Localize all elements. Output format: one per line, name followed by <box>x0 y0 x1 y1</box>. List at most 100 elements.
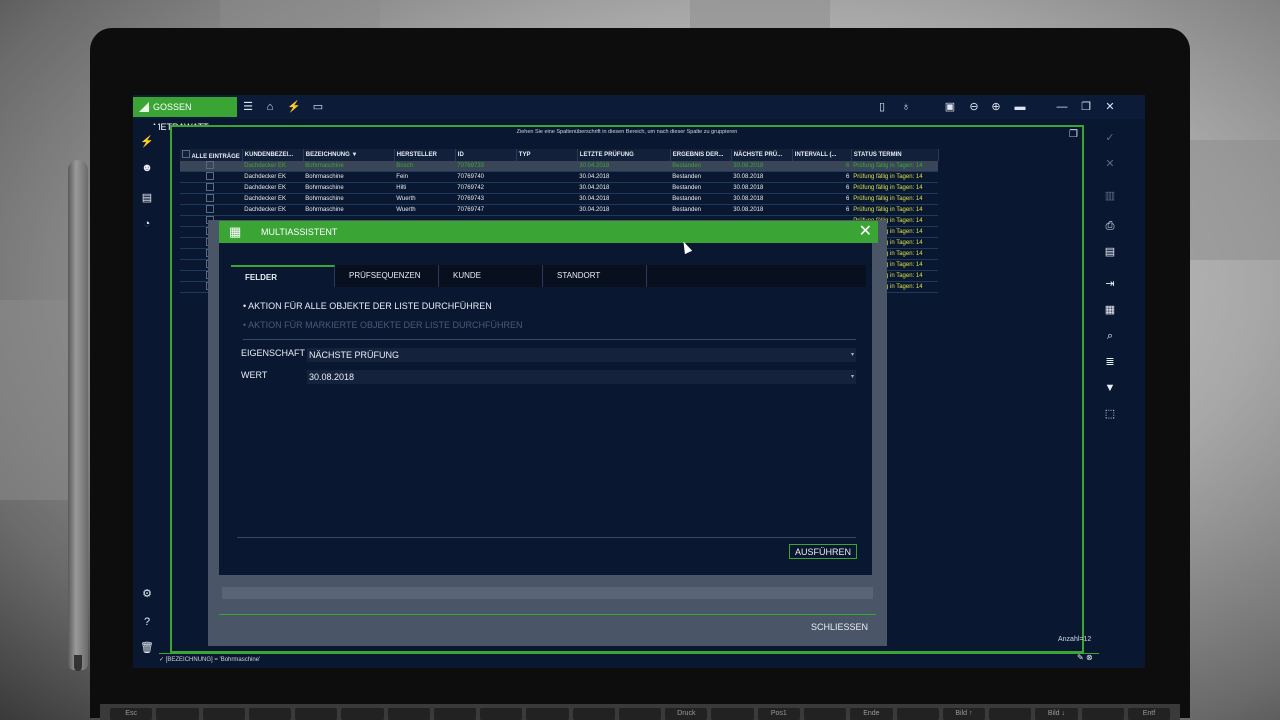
status-icons: ✎ ⊗ <box>1077 653 1093 662</box>
zoom-in-icon[interactable]: ⊕ <box>989 100 1003 114</box>
search-icon[interactable]: ⌕ <box>1103 329 1117 343</box>
filter-icon[interactable]: ▼ <box>351 152 357 158</box>
trash-icon[interactable]: 🗑 <box>140 641 154 655</box>
left-sidebar: ⚡ ☻ ▤ ◔ ⚙ ? 🗑 <box>133 125 159 662</box>
cell-bez: Bohrmaschine <box>303 171 395 183</box>
tab-standort[interactable]: STANDORT <box>543 265 647 287</box>
keyboard-keys: Esc Druck Pos1 Ende Bild ↑ Bild ↓ Entf <box>110 708 1171 720</box>
settings-icon[interactable]: ⚙ <box>140 587 154 601</box>
print-icon[interactable]: ⎙ <box>1103 219 1117 233</box>
felder-panel: • AKTION FÜR ALLE OBJEKTE DER LISTE DURC… <box>231 287 866 569</box>
cancel-icon[interactable]: ✕ <box>1103 157 1117 171</box>
row-checkbox[interactable] <box>206 194 214 202</box>
restore-panel-icon[interactable]: ❐ <box>1069 129 1078 140</box>
tab-pruefsequenzen[interactable]: PRÜFSEQUENZEN <box>335 265 439 287</box>
edit-filter-icon[interactable]: ✎ <box>1077 653 1084 662</box>
stylus <box>68 160 88 670</box>
minimize-icon[interactable]: — <box>1055 100 1069 114</box>
cell-ergebnis: Bestanden <box>670 171 732 183</box>
filter-check-icon[interactable]: ✓ <box>159 657 164 663</box>
home-icon[interactable]: ⌂ <box>263 100 277 114</box>
column-header[interactable]: HERSTELLER <box>394 149 456 161</box>
cell-ergebnis: Bestanden <box>670 161 732 172</box>
record-count: Anzahl=12 <box>1058 636 1092 643</box>
cell-intervall: 6 <box>792 204 852 216</box>
close-icon[interactable]: ✕ <box>1103 100 1117 114</box>
cell-intervall: 6 <box>792 171 852 183</box>
column-header[interactable]: LETZTE PRÜFUNG <box>577 149 671 161</box>
keyboard-key <box>341 708 384 720</box>
list-icon[interactable]: ≣ <box>1103 355 1117 369</box>
export-icon[interactable]: ⇥ <box>1103 277 1117 291</box>
cell-id: 70769740 <box>455 171 517 183</box>
trash-icon[interactable]: ▥ <box>1103 189 1117 203</box>
execute-button[interactable]: AUSFÜHREN <box>789 544 857 559</box>
monitor-icon[interactable]: ▭ <box>311 100 325 114</box>
keyboard-key: Esc <box>110 708 153 720</box>
column-header[interactable]: NÄCHSTE PRÜ... <box>731 149 793 161</box>
check-icon[interactable]: ✓ <box>1103 131 1117 145</box>
radio-marked-objects[interactable]: • AKTION FÜR MARKIERTE OBJEKTE DER LISTE… <box>243 320 523 330</box>
zoom-out-icon[interactable]: ⊖ <box>967 100 981 114</box>
cell-intervall: 6 <box>792 193 852 205</box>
building-icon[interactable]: ▤ <box>140 191 154 205</box>
table-row[interactable]: Dachdecker EK Bohrmaschine Hilti 70769742 30… <box>180 182 939 194</box>
table-row[interactable]: Dachdecker EK Bohrmaschine Wuerth 70769747 3… <box>180 204 939 216</box>
cell-letzte: 30.04.2018 <box>577 182 671 194</box>
plug-icon[interactable]: ⚡ <box>287 100 301 114</box>
bulb-icon[interactable]: ♁ <box>899 100 913 114</box>
clear-filter-icon[interactable]: ⊗ <box>1086 653 1093 662</box>
select-icon[interactable]: ⬚ <box>1103 407 1117 421</box>
cell-ergebnis: Bestanden <box>670 182 732 194</box>
cell-typ <box>516 171 578 183</box>
cell-status: Prüfung fällig in Tagen: 14 <box>851 171 939 183</box>
row-checkbox[interactable] <box>206 205 214 213</box>
keyboard-key: Bild ↑ <box>942 708 986 720</box>
battery-icon[interactable]: ▬ <box>1013 100 1027 114</box>
keyboard-key <box>248 708 292 720</box>
pie-chart-icon[interactable]: ◔ <box>140 217 154 231</box>
column-header[interactable]: ERGEBNIS DER... <box>670 149 732 161</box>
column-header[interactable]: ALLE EINTRÄGE <box>180 149 243 161</box>
keyboard-key: Druck <box>665 708 708 720</box>
column-header[interactable]: BEZEICHNUNG ▼ <box>303 149 395 161</box>
column-header[interactable]: ID <box>455 149 517 161</box>
table-row[interactable]: Dachdecker EK Bohrmaschine Bosch 70769733 30… <box>180 161 939 172</box>
property-select[interactable]: NÄCHSTE PRÜFUNG ▾ <box>307 348 856 362</box>
keyboard-key <box>896 708 939 720</box>
value-input[interactable]: 30.08.2018 ▾ <box>307 370 856 384</box>
column-header[interactable]: STATUS TERMIN <box>851 149 939 161</box>
help-icon[interactable]: ? <box>140 615 154 629</box>
table-row[interactable]: Dachdecker EK Bohrmaschine Fein 70769740 30.… <box>180 171 939 183</box>
row-checkbox[interactable] <box>206 161 214 169</box>
cell-naechste: 30.08.2018 <box>731 182 793 194</box>
plug-icon[interactable]: ⚡ <box>140 135 154 149</box>
column-header[interactable]: TYP <box>516 149 578 161</box>
row-checkbox[interactable] <box>206 172 214 180</box>
column-header[interactable]: KUNDENBEZEI... <box>242 149 304 161</box>
row-checkbox[interactable] <box>206 183 214 191</box>
radio-all-objects[interactable]: • AKTION FÜR ALLE OBJEKTE DER LISTE DURC… <box>243 301 492 311</box>
brand-logo: GOSSEN METRAWATT <box>133 97 237 132</box>
keyboard-key <box>526 708 569 720</box>
tablet-icon[interactable]: ▯ <box>875 100 889 114</box>
cell-status: Prüfung fällig in Tagen: 14 <box>851 193 939 205</box>
filter-icon[interactable]: ▼ <box>1103 381 1117 395</box>
restore-icon[interactable]: ❐ <box>1079 100 1093 114</box>
checkbox-icon[interactable] <box>182 150 190 158</box>
robot-icon[interactable]: ☻ <box>140 161 154 175</box>
background-hexagon <box>0 300 70 500</box>
tab-kunde[interactable]: KUNDE <box>439 265 543 287</box>
clipboard-icon[interactable]: ▤ <box>1103 245 1117 259</box>
screen-icon[interactable]: ▣ <box>943 100 957 114</box>
modal-close-icon[interactable]: ✕ <box>859 222 872 242</box>
table-row[interactable]: Dachdecker EK Bohrmaschine Wuerth 70769743 3… <box>180 193 939 205</box>
column-header[interactable]: INTERVALL (... <box>792 149 852 161</box>
tab-felder[interactable]: FELDER <box>231 265 335 287</box>
menu-icon[interactable]: ☰ <box>241 100 255 114</box>
multi-edit-icon[interactable]: ▦ <box>1103 303 1117 317</box>
group-hint: Ziehen Sie eine Spaltenüberschrift in di… <box>516 129 738 135</box>
modal-progress-bar <box>222 587 873 599</box>
close-button[interactable]: SCHLIESSEN <box>811 622 868 632</box>
background-hexagon <box>690 0 830 30</box>
